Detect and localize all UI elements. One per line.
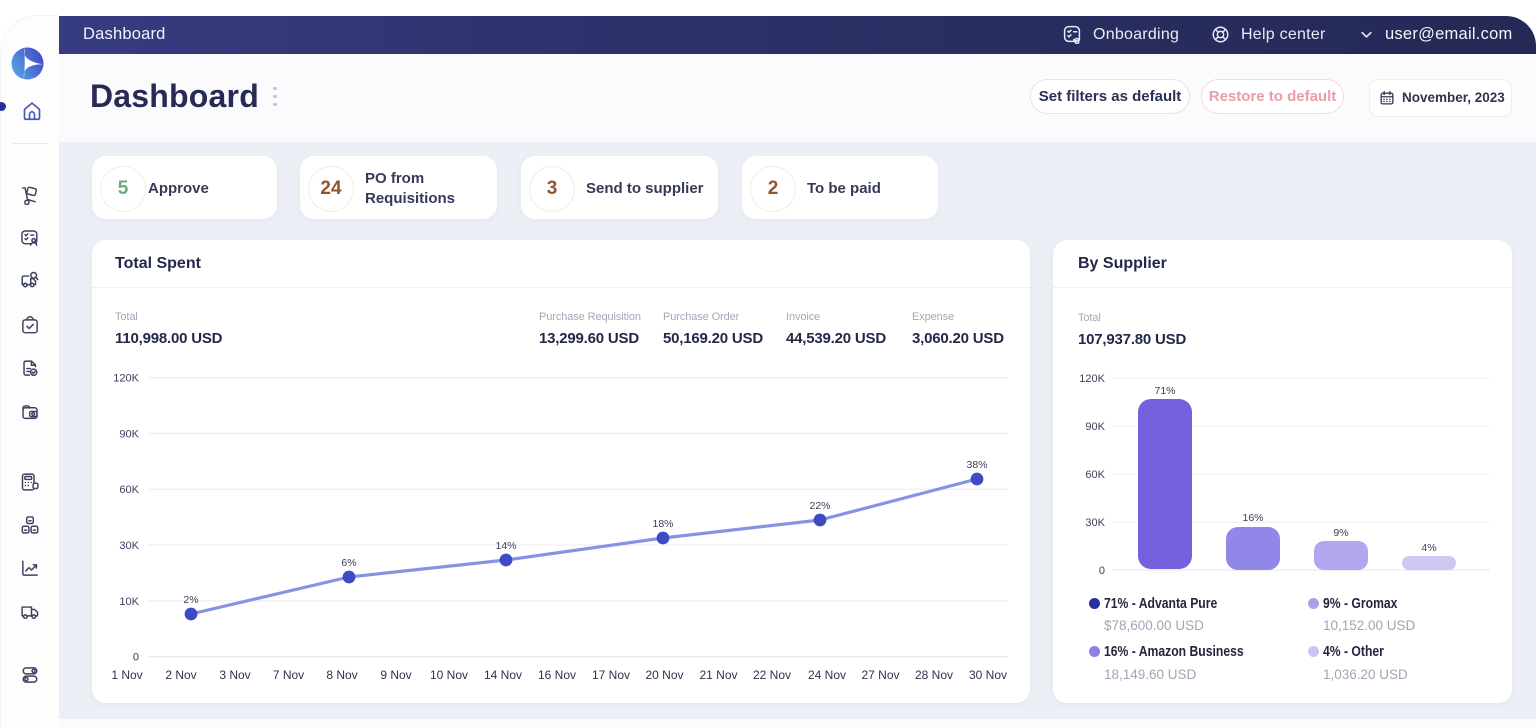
svg-text:6%: 6% [341, 557, 356, 569]
svg-text:16 Nov: 16 Nov [538, 668, 576, 682]
svg-text:10 Nov: 10 Nov [430, 668, 468, 682]
svg-text:60K: 60K [119, 484, 139, 496]
svg-text:90K: 90K [119, 428, 139, 440]
svg-text:8 Nov: 8 Nov [326, 668, 357, 682]
svg-text:71%: 71% [1154, 385, 1175, 397]
svg-text:22%: 22% [809, 500, 830, 512]
svg-text:1 Nov: 1 Nov [111, 668, 142, 682]
svg-text:2%: 2% [183, 594, 198, 606]
svg-text:38%: 38% [966, 459, 987, 471]
svg-text:17 Nov: 17 Nov [592, 668, 630, 682]
svg-text:120K: 120K [113, 373, 139, 385]
svg-text:10K: 10K [119, 596, 139, 608]
svg-text:30 Nov: 30 Nov [969, 668, 1007, 682]
svg-text:9%: 9% [1333, 527, 1348, 539]
svg-text:60K: 60K [1085, 469, 1105, 481]
svg-text:14 Nov: 14 Nov [484, 668, 522, 682]
svg-text:18%: 18% [652, 518, 673, 530]
svg-text:9 Nov: 9 Nov [380, 668, 411, 682]
svg-text:21 Nov: 21 Nov [699, 668, 737, 682]
svg-text:14%: 14% [495, 540, 516, 552]
svg-text:20 Nov: 20 Nov [645, 668, 683, 682]
svg-text:0: 0 [133, 652, 139, 664]
svg-text:22 Nov: 22 Nov [753, 668, 791, 682]
svg-text:3 Nov: 3 Nov [219, 668, 250, 682]
svg-text:2 Nov: 2 Nov [165, 668, 196, 682]
svg-text:16%: 16% [1242, 512, 1263, 524]
svg-text:120K: 120K [1079, 373, 1105, 385]
svg-text:90K: 90K [1085, 421, 1105, 433]
svg-text:27 Nov: 27 Nov [861, 668, 899, 682]
svg-text:28 Nov: 28 Nov [915, 668, 953, 682]
svg-text:7 Nov: 7 Nov [273, 668, 304, 682]
svg-text:0: 0 [1099, 565, 1105, 577]
svg-text:30K: 30K [1085, 517, 1105, 529]
svg-text:4%: 4% [1421, 542, 1436, 554]
svg-text:30K: 30K [119, 540, 139, 552]
svg-text:24 Nov: 24 Nov [808, 668, 846, 682]
